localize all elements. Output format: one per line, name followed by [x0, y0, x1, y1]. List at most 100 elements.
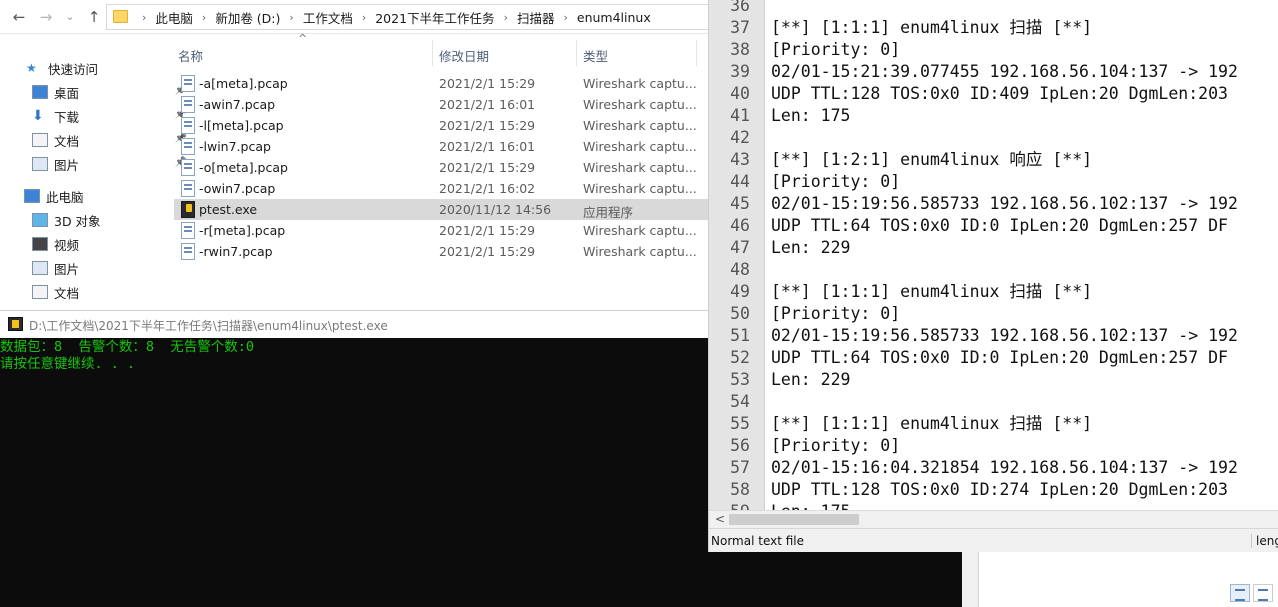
- file-type: Wireshark captu...: [583, 76, 697, 91]
- file-date: 2021/2/1 15:29: [439, 244, 536, 259]
- computer-icon: [24, 189, 40, 203]
- file-date: 2021/2/1 16:02: [439, 181, 536, 196]
- column-divider[interactable]: [696, 40, 697, 66]
- sidebar-item-label: 此电脑: [46, 189, 84, 205]
- chevron-right-icon[interactable]: ›: [142, 11, 146, 24]
- breadcrumb-item[interactable]: 此电脑: [155, 8, 193, 27]
- file-row[interactable]: -a[meta].pcap 2021/2/1 15:29 Wireshark cap…: [174, 73, 708, 94]
- column-type[interactable]: 类型: [583, 46, 608, 65]
- file-list-header: ^ 名称 修改日期 类型: [172, 32, 708, 72]
- text-line: UDP TTL:64 TOS:0x0 ID:0 IpLen:20 DgmLen:…: [771, 348, 1228, 367]
- sidebar-item-label: 快速访问: [48, 61, 99, 77]
- forward-button[interactable]: →: [36, 7, 56, 27]
- file-type: Wireshark captu...: [583, 223, 697, 238]
- line-number: 36: [730, 0, 750, 15]
- file-row[interactable]: ptest.exe 2020/11/12 14:56 应用程序: [174, 199, 708, 220]
- file-row[interactable]: -lwin7.pcap 2021/2/1 16:01 Wireshark captu…: [174, 136, 708, 157]
- file-type: Wireshark captu...: [583, 160, 697, 175]
- file-row[interactable]: -l[meta].pcap 2021/2/1 15:29 Wireshark cap…: [174, 115, 708, 136]
- file-type: Wireshark captu...: [583, 118, 697, 133]
- chevron-right-icon[interactable]: ›: [362, 11, 366, 24]
- line-number: 47: [730, 238, 750, 257]
- sidebar-item-label: 文档: [54, 133, 80, 149]
- picture-icon: [32, 157, 48, 171]
- chevron-right-icon[interactable]: ›: [563, 11, 567, 24]
- breadcrumb-item[interactable]: 扫描器: [517, 8, 555, 27]
- address-bar[interactable]: › 此电脑 › 新加卷 (D:) › 工作文档 › 2021下半年工作任务 › 扫描器 › enum4…: [106, 4, 708, 30]
- details-view-icon[interactable]: [1230, 584, 1250, 602]
- line-number: 44: [730, 172, 750, 191]
- column-divider[interactable]: [576, 40, 577, 66]
- recent-locations-dropdown[interactable]: ⌄: [60, 7, 80, 27]
- file-name: -owin7.pcap: [199, 181, 276, 196]
- file-explorer-window: ← → ⌄ ↑ › 此电脑 › 新加卷 (D:) › 工作文档 › 2021下半年工作任务 › 扫…: [0, 0, 708, 310]
- line-number: 56: [730, 436, 750, 455]
- file-row[interactable]: -o[meta].pcap 2021/2/1 15:29 Wireshark cap…: [174, 157, 708, 178]
- console-title: D:\工作文档\2021下半年工作任务\扫描器\enum4linux\ptest…: [29, 319, 388, 333]
- file-type: Wireshark captu...: [583, 97, 697, 112]
- text-line: UDP TTL:128 TOS:0x0 ID:274 IpLen:20 DgmL…: [771, 480, 1228, 499]
- text-line: [Priority: 0]: [771, 40, 901, 59]
- sidebar-item[interactable]: ★ 快速访问: [26, 56, 191, 80]
- column-name[interactable]: 名称: [178, 46, 203, 65]
- folder-icon: [113, 10, 128, 23]
- document-icon: [32, 285, 48, 299]
- sidebar-item-label: 视频: [54, 237, 80, 253]
- sidebar-item-label: 桌面: [54, 85, 80, 101]
- line-number: 58: [730, 480, 750, 499]
- sidebar-item[interactable]: 文档: [32, 280, 197, 304]
- breadcrumb-item[interactable]: 2021下半年工作任务: [375, 8, 494, 27]
- text-line: 02/01-15:21:39.077455 192.168.56.104:137…: [771, 62, 1238, 81]
- breadcrumb-item[interactable]: enum4linux: [577, 10, 651, 25]
- large-icons-view-icon[interactable]: [1253, 584, 1273, 602]
- file-name: -rwin7.pcap: [199, 244, 273, 259]
- chevron-right-icon[interactable]: ›: [202, 11, 206, 24]
- file-type: 应用程序: [583, 205, 634, 220]
- text-area[interactable]: [**] [1:1:1] enum4linux 扫描 [**] [Priority…: [770, 0, 1278, 510]
- text-line: Len: 229: [771, 238, 851, 257]
- line-number: 51: [730, 326, 750, 345]
- sidebar-item-label: 文档: [54, 285, 80, 301]
- horizontal-scrollbar[interactable]: <: [709, 510, 1278, 528]
- text-line: 02/01-15:19:56.585733 192.168.56.102:137…: [771, 194, 1238, 213]
- explorer-navbar: ← → ⌄ ↑ › 此电脑 › 新加卷 (D:) › 工作文档 › 2021下半年工作任务 › 扫…: [0, 0, 708, 34]
- navigation-pane: ★快速访问桌面📌⬇下载📌文档📌图片📌此电脑3D 对象视频图片文档: [0, 34, 187, 310]
- file-name: -r[meta].pcap: [199, 223, 286, 238]
- exe-file-icon: [181, 201, 195, 218]
- download-icon: ⬇: [32, 108, 44, 124]
- scrollbar-thumb[interactable]: [729, 514, 859, 525]
- chevron-right-icon[interactable]: ›: [504, 11, 508, 24]
- file-name: -lwin7.pcap: [199, 139, 271, 154]
- file-name: ptest.exe: [199, 202, 258, 217]
- file-row[interactable]: -rwin7.pcap 2021/2/1 15:29 Wireshark captu…: [174, 241, 708, 262]
- breadcrumb-item[interactable]: 新加卷 (D:): [215, 8, 280, 27]
- sidebar-item-label: 3D 对象: [54, 213, 101, 229]
- text-line: UDP TTL:128 TOS:0x0 ID:409 IpLen:20 DgmL…: [771, 84, 1228, 103]
- text-line: [Priority: 0]: [771, 172, 901, 191]
- line-number: 57: [730, 458, 750, 477]
- file-type: Wireshark captu...: [583, 139, 697, 154]
- sidebar-item[interactable]: 此电脑: [24, 184, 189, 208]
- breadcrumb-item[interactable]: 工作文档: [303, 8, 353, 27]
- file-row[interactable]: -r[meta].pcap 2021/2/1 15:29 Wireshark cap…: [174, 220, 708, 241]
- status-length: lengt: [1251, 534, 1278, 548]
- column-divider[interactable]: [432, 40, 433, 66]
- line-number: 53: [730, 370, 750, 389]
- sort-ascending-icon: ^: [298, 32, 308, 45]
- pcap-file-icon: [181, 222, 195, 239]
- column-date[interactable]: 修改日期: [439, 46, 489, 65]
- back-button[interactable]: ←: [9, 7, 29, 27]
- file-row[interactable]: -awin7.pcap 2021/2/1 16:01 Wireshark captu…: [174, 94, 708, 115]
- file-row[interactable]: -owin7.pcap 2021/2/1 16:02 Wireshark captu…: [174, 178, 708, 199]
- pcap-file-icon: [181, 159, 195, 176]
- scroll-left-icon[interactable]: <: [715, 512, 725, 526]
- file-type: Wireshark captu...: [583, 244, 697, 259]
- text-line: 02/01-15:19:56.585733 192.168.56.102:137…: [771, 326, 1238, 345]
- line-number: 40: [730, 84, 750, 103]
- line-number: 45: [730, 194, 750, 213]
- star-icon: ★: [26, 61, 37, 75]
- up-button[interactable]: ↑: [84, 7, 104, 27]
- desktop: ← → ⌄ ↑ › 此电脑 › 新加卷 (D:) › 工作文档 › 2021下半年工作任务 › 扫…: [0, 0, 1278, 607]
- console-line: 数据包：8 告警个数：8 无告警个数:0: [0, 339, 255, 355]
- chevron-right-icon[interactable]: ›: [289, 11, 293, 24]
